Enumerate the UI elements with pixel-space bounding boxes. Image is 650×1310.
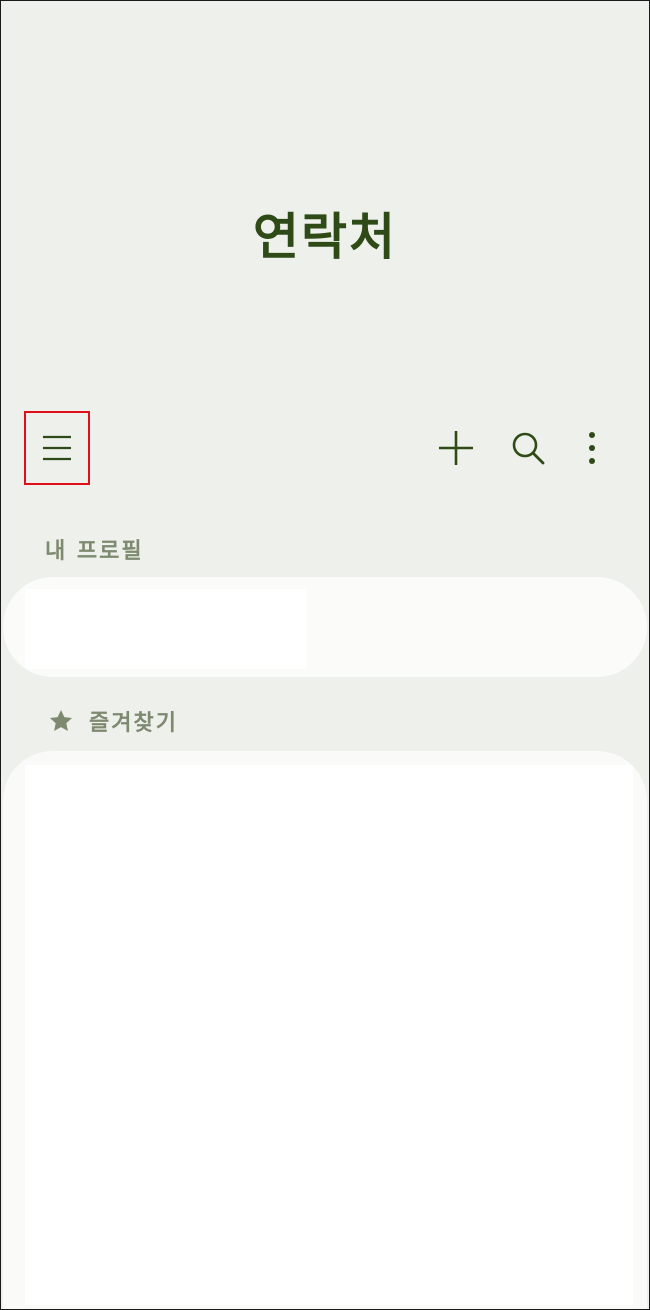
more-vertical-icon (589, 432, 595, 464)
my-profile-card[interactable] (3, 577, 647, 677)
add-contact-button[interactable] (427, 419, 485, 477)
star-icon (47, 707, 75, 735)
more-options-button[interactable] (567, 419, 617, 477)
app-title: 연락처 (253, 208, 397, 266)
favorites-label: 즐겨찾기 (89, 711, 178, 736)
search-icon (512, 432, 545, 465)
contacts-screen: 연락처 내 프로필 즐겨찾기 (0, 0, 650, 1310)
favorites-content (25, 765, 633, 1305)
menu-button[interactable] (24, 411, 90, 485)
toolbar (1, 411, 649, 487)
hamburger-menu-icon (43, 435, 71, 461)
my-profile-content (25, 589, 307, 669)
plus-icon (439, 431, 473, 465)
search-button[interactable] (499, 419, 557, 477)
my-profile-label: 내 프로필 (45, 539, 144, 564)
favorites-list (3, 751, 647, 1309)
favorites-header: 즐겨찾기 (47, 705, 178, 737)
